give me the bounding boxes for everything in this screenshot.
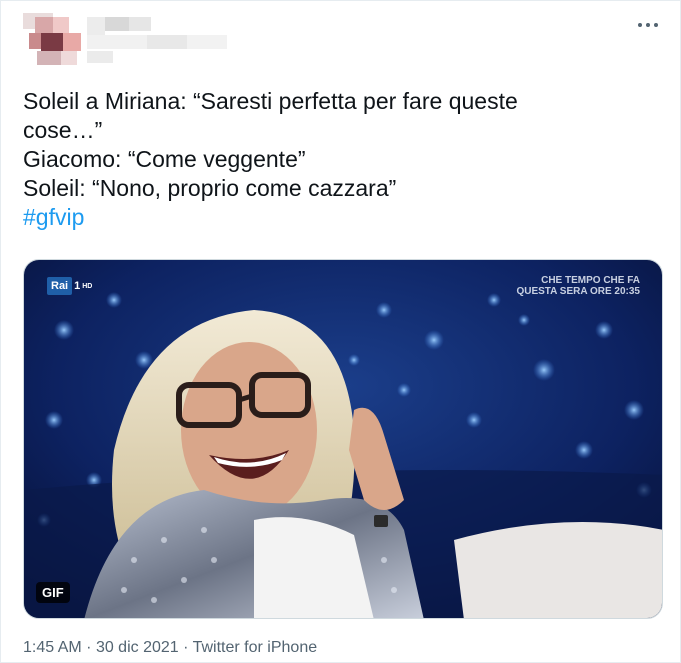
tweet-metadata: 1:45 AM · 30 dic 2021 · Twitter for iPho… — [23, 639, 317, 657]
tweet-text-line: Soleil: “Nono, proprio come cazzara” — [23, 175, 397, 201]
tweet-date[interactable]: 30 dic 2021 — [96, 639, 179, 656]
more-horizontal-icon[interactable] — [636, 17, 660, 33]
tweet-text-line: Soleil a Miriana: “Saresti perfetta per … — [23, 88, 518, 114]
tv-overlay-text: CHE TEMPO CHE FA QUESTA SERA ORE 20:35 — [516, 275, 640, 297]
tweet-card: Soleil a Miriana: “Saresti perfetta per … — [0, 0, 681, 663]
tweet-text-line: Giacomo: “Come veggente” — [23, 146, 306, 172]
gif-badge: GIF — [36, 582, 70, 603]
tweet-header — [1, 1, 681, 81]
overlay-line-1: CHE TEMPO CHE FA — [541, 275, 640, 286]
tweet-time[interactable]: 1:45 AM — [23, 639, 82, 656]
meta-separator: · — [183, 639, 193, 656]
rai1-channel-logo: Rai 1 HD — [47, 275, 92, 297]
gif-frame-image — [24, 260, 662, 618]
channel-number: 1 — [74, 280, 81, 292]
tweet-text-line: cose…” — [23, 117, 103, 143]
channel-hd: HD — [82, 282, 93, 290]
blurred-author-avatar[interactable] — [23, 13, 233, 67]
gif-media[interactable]: Rai 1 HD CHE TEMPO CHE FA QUESTA SERA OR… — [23, 259, 663, 619]
hashtag-link[interactable]: #gfvip — [23, 203, 663, 232]
rai-logo-text: Rai — [47, 277, 73, 295]
tweet-source-link[interactable]: Twitter for iPhone — [193, 639, 318, 656]
overlay-line-2: QUESTA SERA ORE 20:35 — [516, 286, 640, 297]
meta-separator: · — [86, 639, 96, 656]
tweet-text: Soleil a Miriana: “Saresti perfetta per … — [23, 87, 663, 232]
